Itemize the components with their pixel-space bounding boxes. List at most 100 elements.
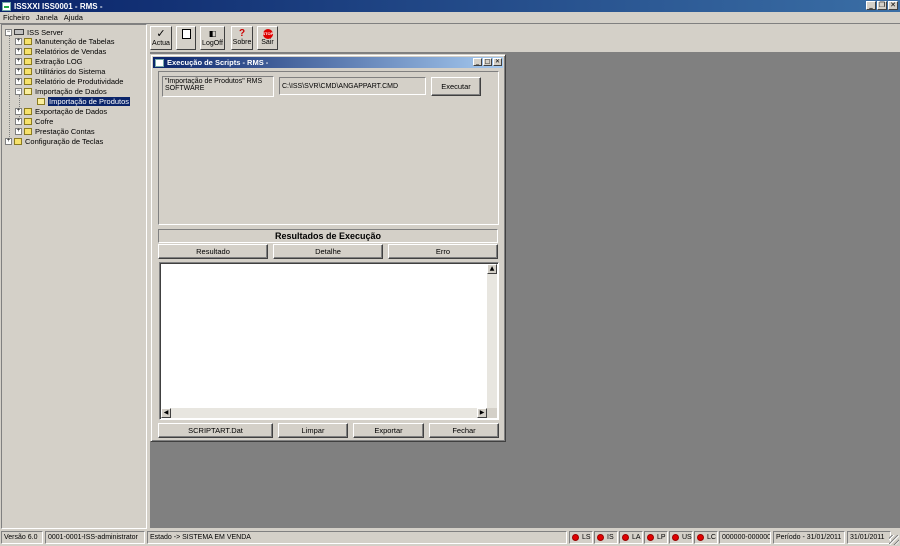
results-textarea[interactable]: ▲ ◀ ▶ [159,262,499,420]
horizontal-scrollbar[interactable]: ◀ ▶ [161,408,487,418]
expand-icon[interactable]: + [15,117,22,125]
window-controls: _ ❐ ✕ [866,1,898,10]
led-label: IS [607,534,614,541]
restore-button[interactable]: ❐ [877,1,887,10]
tree-item-relatorio-produtividade[interactable]: + Relatório de Produtividade [15,76,123,86]
app-icon [2,1,11,11]
scrollbar-corner [487,408,497,418]
expand-icon[interactable]: + [15,77,22,85]
led-label: LA [632,534,641,541]
status-bar: Versão 6.0 0001-0001-ISS-administrator E… [0,529,900,546]
door-icon: ◧ [208,29,217,38]
app-titlebar[interactable]: ISSXXI ISS0001 - RMS - _ ❐ ✕ [0,0,900,12]
expand-icon[interactable]: + [15,67,22,75]
tab-resultado[interactable]: Resultado [158,244,268,259]
led-lc: LC [694,531,718,544]
close-button[interactable]: ✕ [888,1,898,10]
tree-root-configuracao-teclas[interactable]: + Configuração de Teclas [5,136,103,146]
exportar-button[interactable]: Exportar [353,423,424,438]
status-led-icon [647,534,654,541]
sobre-button[interactable]: ? Sobre [231,26,253,50]
scroll-left-icon[interactable]: ◀ [161,408,171,418]
expand-icon[interactable]: + [5,137,12,145]
tree-item-exportacao-dados[interactable]: + Exportação de Dados [15,106,107,116]
tree-item-manutencao-tabelas[interactable]: + Manutenção de Tabelas [15,36,115,46]
status-led-icon [597,534,604,541]
folder-icon [24,37,32,45]
folder-icon [24,127,32,135]
sobre-label: Sobre [232,39,252,46]
sair-label: Sair [261,39,274,46]
stop-icon: STOP [262,29,273,39]
logoff-button[interactable]: ◧ LogOff [200,26,225,50]
limpar-button[interactable]: Limpar [278,423,348,438]
collapse-icon[interactable]: − [15,87,22,95]
status-led-icon [572,534,579,541]
tree-item-utilitarios-sistema[interactable]: + Utilitários do Sistema [15,66,105,76]
tree-item-relatorios-vendas[interactable]: + Relatórios de Vendas [15,46,106,56]
expand-icon[interactable]: + [15,127,22,135]
scriptart-dat-button[interactable]: SCRIPTART.Dat [158,423,273,438]
child-maximize-button[interactable]: □ [483,58,492,66]
folder-icon [24,117,32,125]
document-button[interactable] [176,26,196,50]
tree-item-importacao-produtos[interactable]: Importação de Produtos [37,96,131,106]
folder-icon [14,137,22,145]
resize-grip-icon[interactable] [889,535,899,545]
led-us: US [669,531,693,544]
tab-detalhe[interactable]: Detalhe [273,244,383,259]
led-label: LP [657,534,666,541]
results-title: Resultados de Execução [158,229,498,243]
sair-button[interactable]: STOP Sair [257,26,278,50]
checkmark-icon: ✓ [156,27,166,40]
menu-ajuda[interactable]: Ajuda [61,13,86,22]
scroll-right-icon[interactable]: ▶ [477,408,487,418]
expand-icon[interactable]: + [15,47,22,55]
led-label: US [682,534,692,541]
tree-label: Prestação Contas [35,126,95,136]
logoff-label: LogOff [202,40,223,47]
toolbar: ✓ Actua ◧ LogOff ? Sobre STOP Sair [148,24,900,51]
user-cell: 0001-0001-ISS-administrator [45,531,145,544]
open-folder-icon [24,87,32,95]
tree-item-importacao-dados[interactable]: − Importação de Dados [15,86,107,96]
expand-icon[interactable]: + [15,37,22,45]
minimize-button[interactable]: _ [866,1,876,10]
tree-item-prestacao-contas[interactable]: + Prestação Contas [15,126,95,136]
folder-icon [24,67,32,75]
tree-item-cofre[interactable]: + Cofre [15,116,53,126]
tree-label: Importação de Dados [35,86,107,96]
led-ls: LS [569,531,593,544]
menu-janela[interactable]: Janela [33,13,61,22]
document-icon [181,29,191,39]
executar-button[interactable]: Executar [431,77,481,96]
child-titlebar[interactable]: Execução de Scripts - RMS - [153,57,503,68]
collapse-icon[interactable]: − [5,28,12,36]
tab-erro[interactable]: Erro [388,244,498,259]
version-cell: Versão 6.0 [1,531,43,544]
period-cell: Período - 31/01/2011 [773,531,845,544]
vertical-scrollbar[interactable]: ▲ [487,264,497,409]
status-led-icon [672,534,679,541]
script-execution-window: Execução de Scripts - RMS - _ □ ✕ "Impor… [150,54,506,442]
folder-icon [24,57,32,65]
folder-icon [24,47,32,55]
menu-ficheiro[interactable]: Ficheiro [0,13,33,22]
child-window-controls: _ □ ✕ [473,58,502,66]
navigation-tree: − ISS Server + Manutenção de Tabelas + R… [1,24,147,529]
child-minimize-button[interactable]: _ [473,58,482,66]
folder-icon [24,77,32,85]
tree-label: Extração LOG [35,56,83,66]
led-is: IS [594,531,618,544]
fechar-button[interactable]: Fechar [429,423,499,438]
actua-button[interactable]: ✓ Actua [150,26,172,50]
expand-icon[interactable]: + [15,107,22,115]
status-led-icon [622,534,629,541]
tree-label: Cofre [35,116,54,126]
child-close-button[interactable]: ✕ [493,58,502,66]
led-label: LS [582,534,591,541]
expand-icon[interactable]: + [15,57,22,65]
tree-item-extracao-log[interactable]: + Extração LOG [15,56,83,66]
open-folder-icon [37,97,45,105]
scroll-up-icon[interactable]: ▲ [487,264,497,274]
